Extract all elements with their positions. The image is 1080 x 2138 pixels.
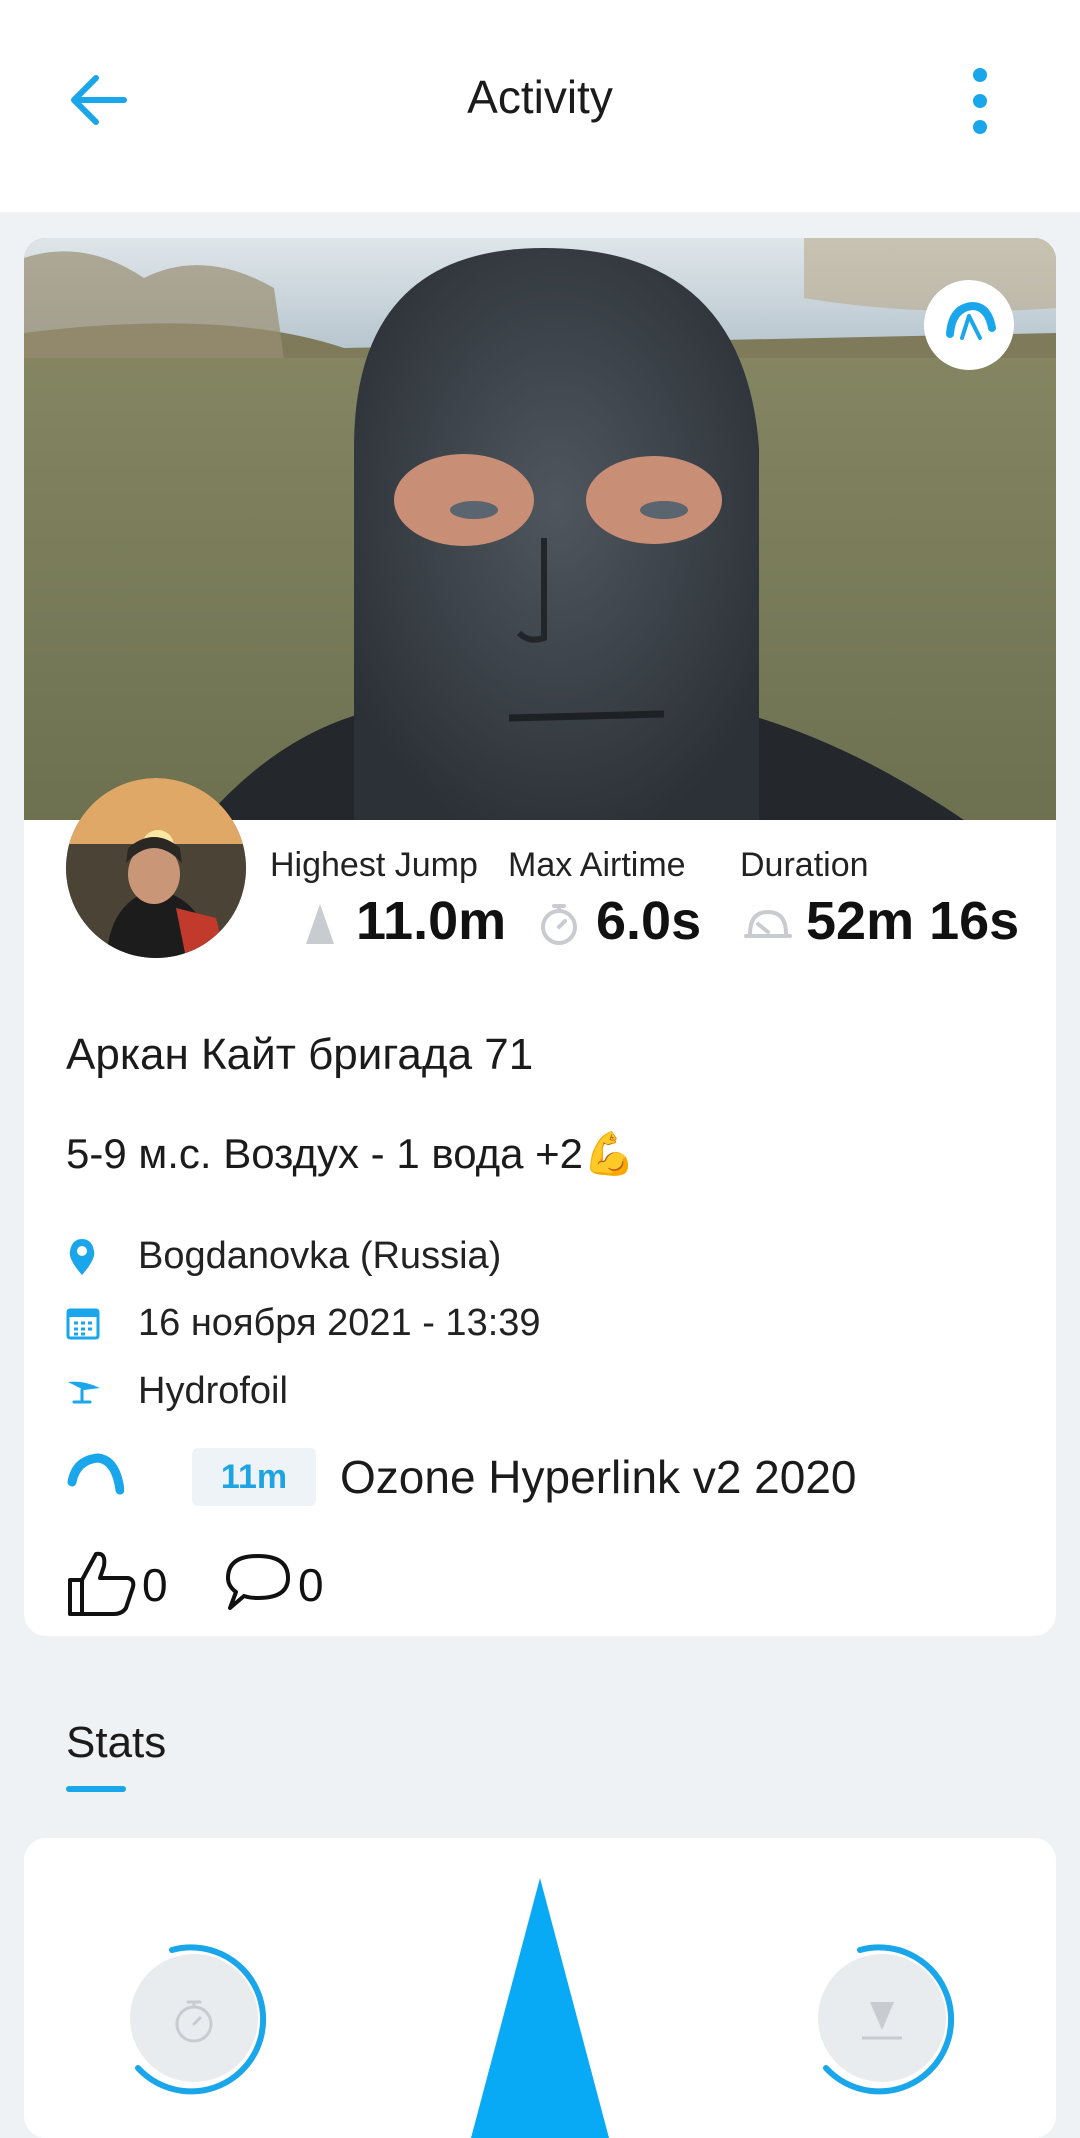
comments-count: 0 [298,1559,324,1611]
thumbs-up-icon [68,1551,136,1616]
kite-size-badge: 11m [192,1448,316,1506]
like-button[interactable]: 0 [66,1548,206,1618]
more-vertical-icon [973,68,987,134]
kite-icon [946,301,996,340]
highest-jump-value: 11.0m [356,891,507,951]
more-options-button[interactable] [960,66,1000,136]
airtime-dial-bg [130,1954,258,2082]
session-description: 5-9 м.с. Воздух - 1 вода +2💪 [66,1130,636,1177]
kite-gear-icon [67,1453,124,1495]
highest-jump-label: Highest Jump [270,846,478,884]
calendar-icon [66,1308,100,1340]
max-airtime-value: 6.0s [596,891,702,951]
stats-graphic [130,1878,955,2138]
likes-count: 0 [142,1559,168,1611]
duration-label: Duration [740,846,869,884]
comment-icon [226,1554,290,1610]
kite-badge[interactable] [924,280,1014,370]
activity-photo[interactable] [24,238,1056,820]
stats-card [24,1838,1056,2138]
activity-card[interactable]: Highest Jump 11.0m Max Airtime 6.0s Dura… [24,238,1056,1636]
stats-tab-indicator [66,1786,126,1792]
location-pin-icon [69,1239,95,1275]
kite-name: Ozone Hyperlink v2 2020 [340,1451,857,1503]
comment-button[interactable]: 0 [224,1548,364,1618]
discipline-text: Hydrofoil [138,1370,288,1412]
jump-height-icon [306,904,334,944]
jump-height-triangle [471,1878,609,2138]
avatar[interactable] [66,778,246,958]
avatar-image [66,778,246,958]
top-app-bar: Activity [0,0,1080,212]
date-text: 16 ноября 2021 - 13:39 [138,1302,541,1344]
session-title-text: Аркан Кайт бригада 71 [66,1030,534,1079]
duration-icon [744,909,792,938]
page-title: Activity [467,71,613,123]
location-text: Bogdanovka (Russia) [138,1235,502,1277]
hydrofoil-icon [68,1381,100,1404]
duration-value: 52m 16s [806,891,1020,951]
max-airtime-label: Max Airtime [508,846,686,884]
stopwatch-icon [541,904,577,945]
tab-stats[interactable]: Stats [66,1718,166,1768]
